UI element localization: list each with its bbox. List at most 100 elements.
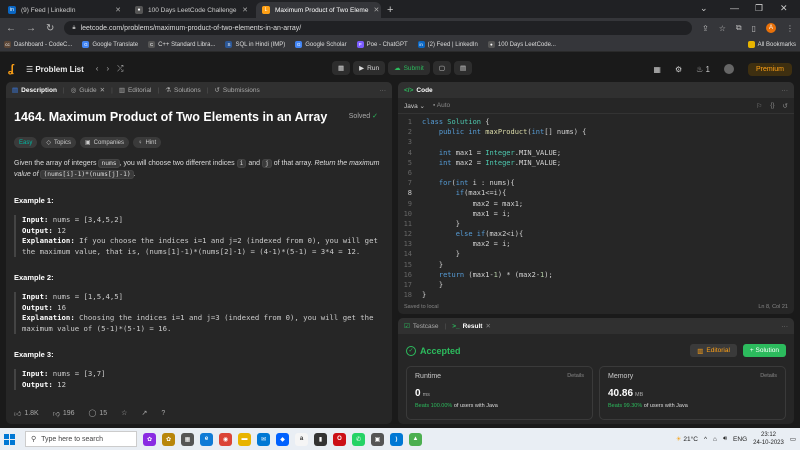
- minimize-button[interactable]: —: [730, 3, 739, 13]
- streak-counter[interactable]: ♨ 1: [696, 65, 710, 74]
- code-tab[interactable]: </> Code: [404, 87, 433, 94]
- share-button[interactable]: ↗: [141, 409, 147, 417]
- all-bookmarks-button[interactable]: All Bookmarks: [747, 41, 796, 48]
- close-icon[interactable]: ✕: [100, 86, 105, 94]
- volume-icon[interactable]: 🔊︎: [723, 435, 727, 443]
- vscode-icon[interactable]: ⟩: [390, 432, 403, 446]
- reload-icon[interactable]: ↻: [46, 23, 54, 34]
- opera-icon[interactable]: O: [333, 432, 346, 446]
- user-avatar[interactable]: [723, 64, 734, 74]
- edge-icon[interactable]: e: [200, 432, 213, 446]
- clock[interactable]: 23:12 24-10-2023: [753, 431, 784, 447]
- close-icon[interactable]: ✕: [373, 6, 379, 14]
- new-tab-button[interactable]: +: [387, 4, 393, 16]
- profile-avatar[interactable]: A: [766, 23, 776, 33]
- premium-button[interactable]: Premium: [747, 62, 792, 76]
- notes-button[interactable]: ▢: [432, 61, 451, 75]
- language-select[interactable]: Java ⌄: [404, 102, 425, 110]
- problem-title[interactable]: 1464. Maximum Product of Two Elements in…: [14, 110, 384, 124]
- memory-details-link[interactable]: Details: [760, 373, 777, 379]
- close-icon[interactable]: ✕: [485, 322, 490, 330]
- bookmark-item[interactable]: cc Dashboard - CodeC...: [4, 41, 72, 48]
- menu-kebab-icon[interactable]: ⋮: [786, 24, 794, 33]
- app-icon-3[interactable]: ▮: [314, 432, 327, 446]
- dislike-button[interactable]: 👎︎ 196: [53, 409, 75, 418]
- layout-grid-icon[interactable]: ▦: [653, 65, 661, 74]
- clipboard-button[interactable]: ▤: [453, 61, 473, 75]
- notification-icon[interactable]: ▭: [790, 435, 796, 443]
- settings-gear-icon[interactable]: ⚙: [675, 65, 682, 74]
- problem-list-button[interactable]: ☰ Problem List: [26, 65, 84, 74]
- app-icon-4[interactable]: ▣: [371, 432, 384, 446]
- code-editor[interactable]: 1 class Solution { 2 public int maxProduc…: [398, 114, 794, 299]
- auto-toggle[interactable]: ▪ Auto: [433, 102, 450, 109]
- share-icon[interactable]: ⇪: [702, 24, 709, 33]
- bookmark-item[interactable]: in (2) Feed | LinkedIn: [417, 41, 478, 48]
- star-icon[interactable]: ☆: [719, 24, 726, 33]
- dropbox-icon[interactable]: ◆: [276, 432, 289, 446]
- companies-chip[interactable]: ▣ Companies: [79, 137, 130, 148]
- runtime-card[interactable]: Runtime Details 0 ms Beats 100.00% of use…: [406, 366, 593, 420]
- submit-button[interactable]: ☁ Submit: [388, 61, 430, 75]
- task-view-icon[interactable]: ▦: [181, 432, 194, 446]
- language-indicator[interactable]: ENG: [733, 436, 747, 443]
- run-button[interactable]: ▶ Run: [353, 61, 386, 75]
- panel-menu-icon[interactable]: ···: [380, 87, 387, 94]
- bookmark-item[interactable]: G Google Translate: [82, 41, 138, 48]
- hint-chip[interactable]: ♀ Hint: [133, 137, 162, 148]
- runtime-details-link[interactable]: Details: [567, 373, 584, 379]
- app-icon-1[interactable]: ✿: [143, 432, 156, 446]
- maximize-button[interactable]: ❐: [755, 3, 763, 14]
- leetcode-logo-icon[interactable]: ʆ: [8, 63, 14, 75]
- chevron-left-icon[interactable]: ‹: [96, 64, 107, 73]
- panel-menu-icon[interactable]: ···: [782, 87, 789, 94]
- bookmark-item[interactable]: P Poe - ChatGPT: [356, 41, 408, 48]
- tab-editorial[interactable]: ▥ Editorial: [119, 86, 152, 95]
- browser-tab-linkedin[interactable]: in (9) Feed | LinkedIn ✕: [2, 2, 127, 18]
- comments-button[interactable]: ◯ 15: [89, 409, 108, 418]
- shuffle-icon[interactable]: ⤮: [117, 64, 131, 73]
- mail-icon[interactable]: ✉: [257, 432, 270, 446]
- extensions-icon[interactable]: ⧉: [736, 23, 742, 33]
- memory-card[interactable]: Memory Details 40.86 MB Beats 99.30% of u…: [599, 366, 786, 420]
- bookmark-item[interactable]: S SQL in Hindi (IMP): [225, 41, 285, 48]
- editorial-button[interactable]: ▥ Editorial: [690, 344, 737, 357]
- tray-expand-icon[interactable]: ^: [704, 436, 707, 443]
- bookmark-icon[interactable]: ⚐: [756, 102, 762, 110]
- app-icon-2[interactable]: ✿: [162, 432, 175, 446]
- panel-menu-icon[interactable]: ···: [782, 323, 789, 330]
- reset-icon[interactable]: ↺: [783, 102, 788, 110]
- tab-guide[interactable]: ◎ Guide ✕: [71, 86, 105, 95]
- tab-search-icon[interactable]: ⌄: [700, 3, 708, 14]
- back-arrow-icon[interactable]: ←: [6, 23, 16, 34]
- bookmark-item[interactable]: G Google Scholar: [295, 41, 347, 48]
- file-explorer-icon[interactable]: ▬: [238, 432, 251, 446]
- forward-arrow-icon[interactable]: →: [26, 23, 36, 34]
- close-icon[interactable]: ✕: [242, 6, 248, 14]
- whatsapp-icon[interactable]: ✆: [352, 432, 365, 446]
- help-button[interactable]: ?: [161, 410, 165, 417]
- braces-icon[interactable]: {}: [770, 102, 774, 110]
- app-icon-5[interactable]: ▲: [409, 432, 422, 446]
- tab-result[interactable]: >_ Result ✕: [452, 322, 491, 331]
- like-button[interactable]: 👍︎ 1.8K: [14, 409, 39, 418]
- add-solution-button[interactable]: + Solution: [742, 344, 786, 357]
- tab-description[interactable]: ▤ Description: [12, 86, 57, 95]
- tab-solutions[interactable]: ⚗ Solutions: [165, 86, 201, 95]
- windows-start-icon[interactable]: [4, 433, 15, 445]
- bookmark-item[interactable]: ● 100 Days LeetCode...: [487, 41, 556, 48]
- chrome-icon[interactable]: ◉: [219, 432, 232, 446]
- topics-chip[interactable]: ◇ Topics: [41, 137, 76, 148]
- sidepanel-icon[interactable]: ▯: [752, 24, 756, 33]
- close-window-button[interactable]: ✕: [780, 3, 788, 14]
- favorite-button[interactable]: ☆: [121, 409, 127, 417]
- network-icon[interactable]: ⌂: [713, 436, 717, 443]
- tab-submissions[interactable]: ↺ Submissions: [214, 86, 259, 95]
- amazon-icon[interactable]: a: [295, 432, 308, 446]
- taskbar-search-input[interactable]: ⚲ Type here to search: [25, 431, 137, 447]
- chevron-right-icon[interactable]: ›: [106, 64, 117, 73]
- browser-tab-100days[interactable]: ● 100 Days LeetCode Challenge ✕: [129, 2, 254, 18]
- url-input[interactable]: 🔒︎ leetcode.com/problems/maximum-product…: [64, 21, 692, 35]
- bookmark-item[interactable]: C C++ Standard Libra...: [148, 41, 215, 48]
- weather-widget[interactable]: ☀ 21°C: [676, 435, 698, 443]
